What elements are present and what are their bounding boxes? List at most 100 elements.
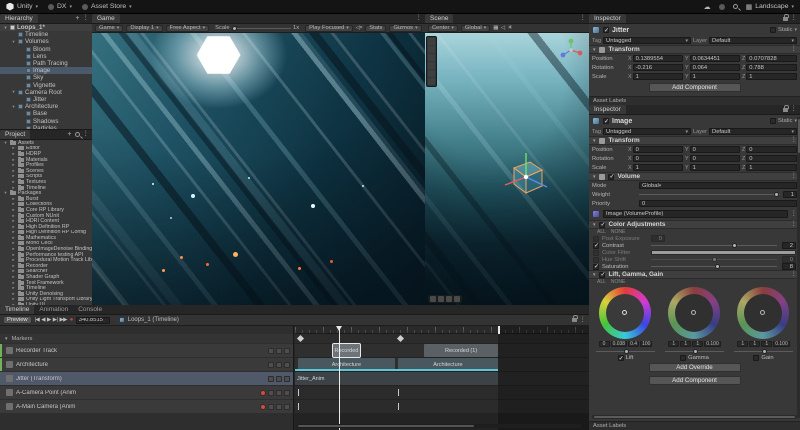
hierarchy-item[interactable]: Sky [0, 74, 92, 81]
architecture-clip[interactable]: Architecture [298, 358, 395, 371]
override-checkbox[interactable] [593, 257, 599, 263]
x-field[interactable]: 0.1389554 [633, 55, 683, 62]
z-field[interactable]: 1 [746, 73, 797, 80]
hierarchy-item[interactable]: Image [0, 67, 92, 74]
y-field[interactable]: 1 [690, 73, 740, 80]
keyframe-icon[interactable] [398, 389, 399, 396]
transport-button-icon[interactable]: ◀ [41, 317, 45, 323]
tag-dropdown[interactable]: Untagged▾ [603, 37, 691, 44]
timeline-track-header[interactable]: A-Main Camera (Anim [0, 400, 293, 413]
static-toggle[interactable]: Static ▾ [770, 27, 797, 33]
wheel-x-field[interactable]: 0 [599, 341, 610, 347]
tab-game[interactable]: Game [92, 14, 120, 23]
horizontal-scrollbar[interactable] [297, 424, 581, 428]
wheel-w-field[interactable]: 0.100 [773, 341, 790, 347]
track-lock-icon[interactable] [276, 376, 282, 382]
active-checkbox[interactable] [603, 27, 609, 33]
track-mute-icon[interactable] [268, 348, 274, 354]
hierarchy-item[interactable]: ▾ Camera Root [0, 89, 92, 96]
wheel-z-field[interactable]: 1 [761, 341, 772, 347]
view-tool-icon[interactable] [428, 38, 435, 45]
markers-header-row[interactable]: ▼ Markers [0, 334, 293, 343]
override-slider[interactable] [651, 242, 777, 249]
override-value-field[interactable]: 0 [782, 256, 796, 263]
transport-button-icon[interactable]: ▶| [53, 317, 58, 323]
track-lock-icon[interactable] [276, 362, 282, 368]
x-field[interactable]: -0.216 [633, 64, 683, 71]
wheel-x-field[interactable]: 1 [737, 341, 748, 347]
timeline-marker-icon[interactable] [397, 335, 404, 342]
y-field[interactable]: 1 [690, 164, 740, 171]
color-wheel[interactable] [668, 287, 720, 339]
hierarchy-item[interactable]: ▾ Loops_1* [0, 24, 92, 31]
asset-labels-bar[interactable]: Asset Labels [589, 421, 800, 430]
keyframe-icon[interactable] [398, 403, 399, 410]
rect-tool-icon[interactable] [428, 70, 435, 77]
expand-arrow-icon[interactable]: ▾ [3, 25, 8, 31]
overlay-menu-icon[interactable] [454, 296, 460, 302]
wheel-z-field[interactable]: 1 [692, 341, 703, 347]
stats-button[interactable]: Stats [365, 25, 386, 32]
foldout-icon[interactable]: ▼ [592, 138, 596, 143]
color-swatch[interactable] [651, 250, 796, 255]
override-value-field[interactable]: 0 [651, 235, 665, 242]
lock-icon[interactable] [572, 318, 577, 322]
timeline-settings-icon[interactable]: ⋮ [580, 317, 587, 324]
horizontal-scrollbar[interactable] [592, 415, 797, 419]
scale-slider[interactable] [232, 25, 291, 32]
foldout-icon[interactable]: ▼ [592, 222, 596, 227]
tab-inspector[interactable]: Inspector [589, 105, 626, 114]
timeline-marker-icon[interactable] [297, 335, 304, 342]
transport-button-icon[interactable]: ▶ [47, 317, 51, 323]
wheel-w-field[interactable]: 0.100 [704, 341, 721, 347]
track-menu-icon[interactable] [284, 362, 290, 368]
search-icon[interactable] [733, 4, 738, 9]
hierarchy-item[interactable]: Bloom [0, 46, 92, 53]
x-field[interactable]: 1 [633, 164, 683, 171]
wheel-handle[interactable] [760, 310, 765, 315]
foldout-icon[interactable]: ▼ [4, 336, 8, 341]
wheel-intensity-slider[interactable] [734, 348, 792, 354]
mute-audio-icon[interactable]: ◁× [356, 25, 362, 31]
recorder-clip[interactable]: Recorded (1) [424, 344, 498, 357]
x-field[interactable]: 0 [633, 146, 683, 153]
panel-menu-icon[interactable]: ⋮ [580, 15, 587, 22]
transform-component-header[interactable]: ▼ Transform ⋮ [589, 45, 800, 54]
z-field[interactable]: 0 [746, 155, 797, 162]
tab-project[interactable]: Project [0, 130, 30, 139]
track-lock-icon[interactable] [276, 390, 282, 396]
lock-icon[interactable] [783, 17, 788, 21]
y-field[interactable]: 0.0634451 [690, 55, 740, 62]
y-field[interactable]: 0 [690, 146, 740, 153]
panel-menu-icon[interactable]: ⋮ [416, 15, 423, 22]
hierarchy-item[interactable]: Jitter [0, 96, 92, 103]
expand-arrow-icon[interactable]: ▾ [11, 89, 16, 95]
priority-field[interactable]: 0 [639, 200, 797, 207]
rotate-tool-icon[interactable] [428, 54, 435, 61]
wheel-w-field[interactable]: 100 [640, 341, 652, 347]
timeline-track-header[interactable]: Architecture [0, 358, 293, 371]
override-checkbox[interactable] [593, 243, 599, 249]
expand-arrow-icon[interactable]: ▾ [11, 39, 16, 45]
audio-toggle-icon[interactable]: ◁ [501, 25, 505, 31]
scene-viewport[interactable] [425, 33, 589, 305]
hierarchy-item[interactable]: Base [0, 110, 92, 117]
transport-button-icon[interactable]: |◀ [35, 317, 40, 323]
add-component-button[interactable]: Add Component [649, 83, 741, 92]
wheel-handle[interactable] [622, 310, 627, 315]
hierarchy-item[interactable]: ▾ Architecture [0, 103, 92, 110]
profile-field[interactable]: Image (VolumeProfile) [603, 210, 788, 218]
timeline-track-header[interactable]: Jitter (Transform) [0, 372, 293, 385]
track-lock-icon[interactable] [276, 348, 282, 354]
color-adjustments-header[interactable]: ▼ Color Adjustments ⋮ [589, 220, 800, 229]
expand-arrow-icon[interactable]: ▾ [11, 104, 16, 110]
tag-dropdown[interactable]: Untagged▾ [603, 128, 691, 135]
play-focused-dropdown[interactable]: Play Focused▾ [305, 25, 353, 32]
override-checkbox[interactable] [593, 264, 599, 270]
transform-tool-icon[interactable] [428, 78, 435, 85]
add-component-button[interactable]: Add Component [649, 376, 741, 385]
wheel-handle[interactable] [691, 310, 696, 315]
foldout-icon[interactable]: ▼ [592, 272, 596, 277]
z-field[interactable]: 0.788 [746, 64, 797, 71]
orientation-dropdown[interactable]: Global▾ [461, 25, 490, 32]
